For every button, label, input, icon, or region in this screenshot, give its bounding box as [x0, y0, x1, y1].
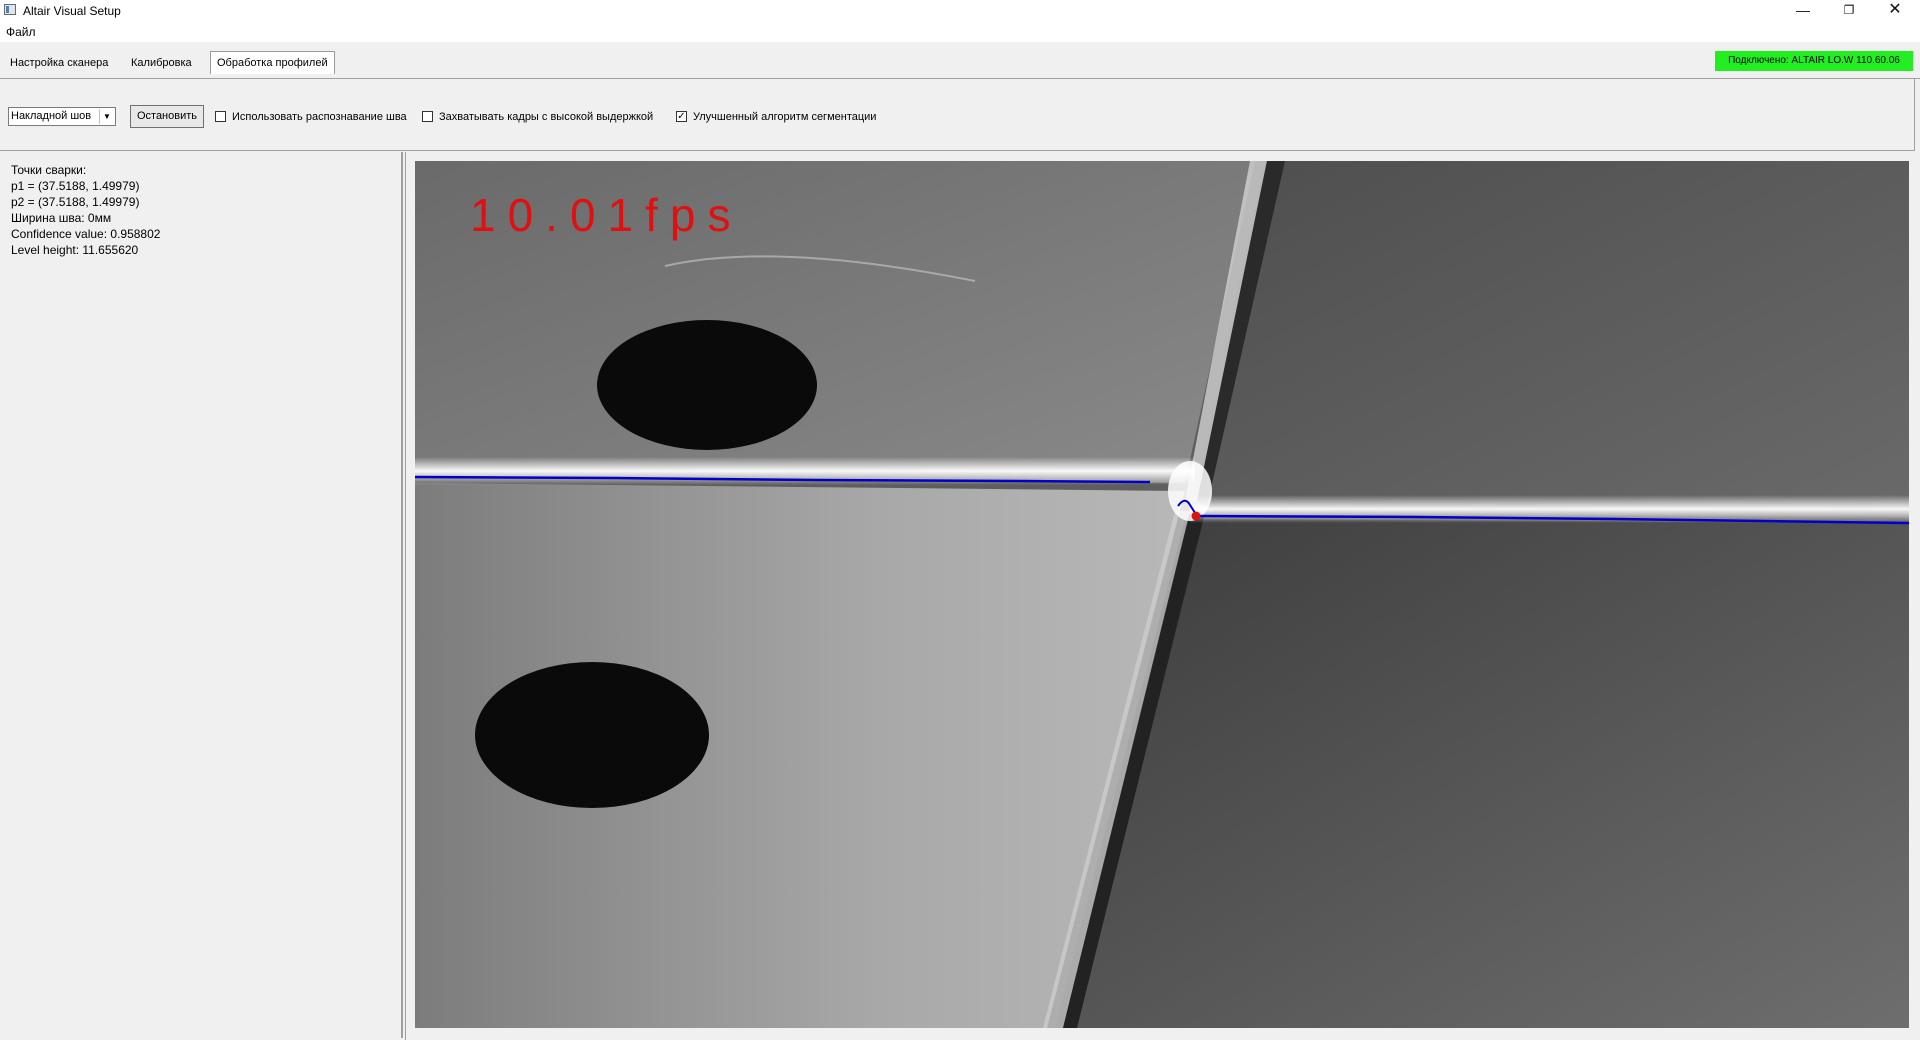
seam-type-select[interactable]: Накладной шов ▼ — [8, 107, 116, 126]
toolbar: Накладной шов ▼ Остановить Использовать … — [0, 79, 1915, 151]
fps-counter: 10.01fps — [470, 189, 742, 241]
checkbox-label: Использовать распознавание шва — [232, 111, 407, 123]
plate-top-right — [1190, 161, 1909, 517]
camera-view[interactable]: 10.01fps — [415, 161, 1909, 1028]
info-p1: p1 = (37.5188, 1.49979) — [11, 179, 140, 193]
checkbox-label: Улучшенный алгоритм сегментации — [693, 111, 877, 123]
tab-scanner-settings[interactable]: Настройка сканера — [4, 53, 114, 73]
checkbox-label: Захватывать кадры с высокой выдержкой — [439, 111, 654, 123]
seam-type-value: Накладной шов — [11, 110, 92, 122]
weld-info-text: Точки сварки: p1 = (37.5188, 1.49979) p2… — [11, 162, 160, 258]
info-level-height: Level height: 11.655620 — [11, 243, 139, 257]
close-button[interactable]: ✕ — [1872, 0, 1918, 22]
title-bar: Altair Visual Setup — ❐ ✕ — [0, 0, 1920, 22]
laser-glow-junction — [1168, 461, 1212, 521]
checkbox-box[interactable] — [215, 111, 226, 122]
tab-bar: Настройка сканера Калибровка Обработка п… — [0, 44, 1920, 79]
tab-profile-processing[interactable]: Обработка профилей — [210, 51, 335, 74]
app-icon — [4, 4, 16, 15]
tab-calibration[interactable]: Калибровка — [125, 53, 198, 73]
info-seam-width: Ширина шва: 0мм — [11, 211, 112, 225]
info-heading: Точки сварки: — [11, 163, 87, 177]
info-p2: p2 = (37.5188, 1.49979) — [11, 195, 140, 209]
stop-button[interactable]: Остановить — [130, 105, 204, 128]
info-confidence: Confidence value: 0.958802 — [11, 227, 161, 241]
checkbox-box-checked[interactable]: ✓ — [676, 111, 687, 122]
menu-bar: Файл — [0, 22, 1920, 42]
minimize-button[interactable]: — — [1780, 0, 1826, 22]
weld-point-marker — [1191, 511, 1201, 521]
hole-upper — [597, 320, 817, 450]
connection-status-badge: Подключено: ALTAIR LO.W 110.60.06 — [1715, 51, 1913, 71]
weld-info-panel: Точки сварки: p1 = (37.5188, 1.49979) p2… — [0, 152, 403, 1038]
menu-file[interactable]: Файл — [6, 25, 36, 39]
chevron-down-icon: ▼ — [99, 109, 114, 124]
checkbox-box[interactable] — [422, 111, 433, 122]
window-title: Altair Visual Setup — [23, 4, 121, 18]
restore-button[interactable]: ❐ — [1826, 0, 1872, 22]
hole-lower — [475, 662, 709, 808]
